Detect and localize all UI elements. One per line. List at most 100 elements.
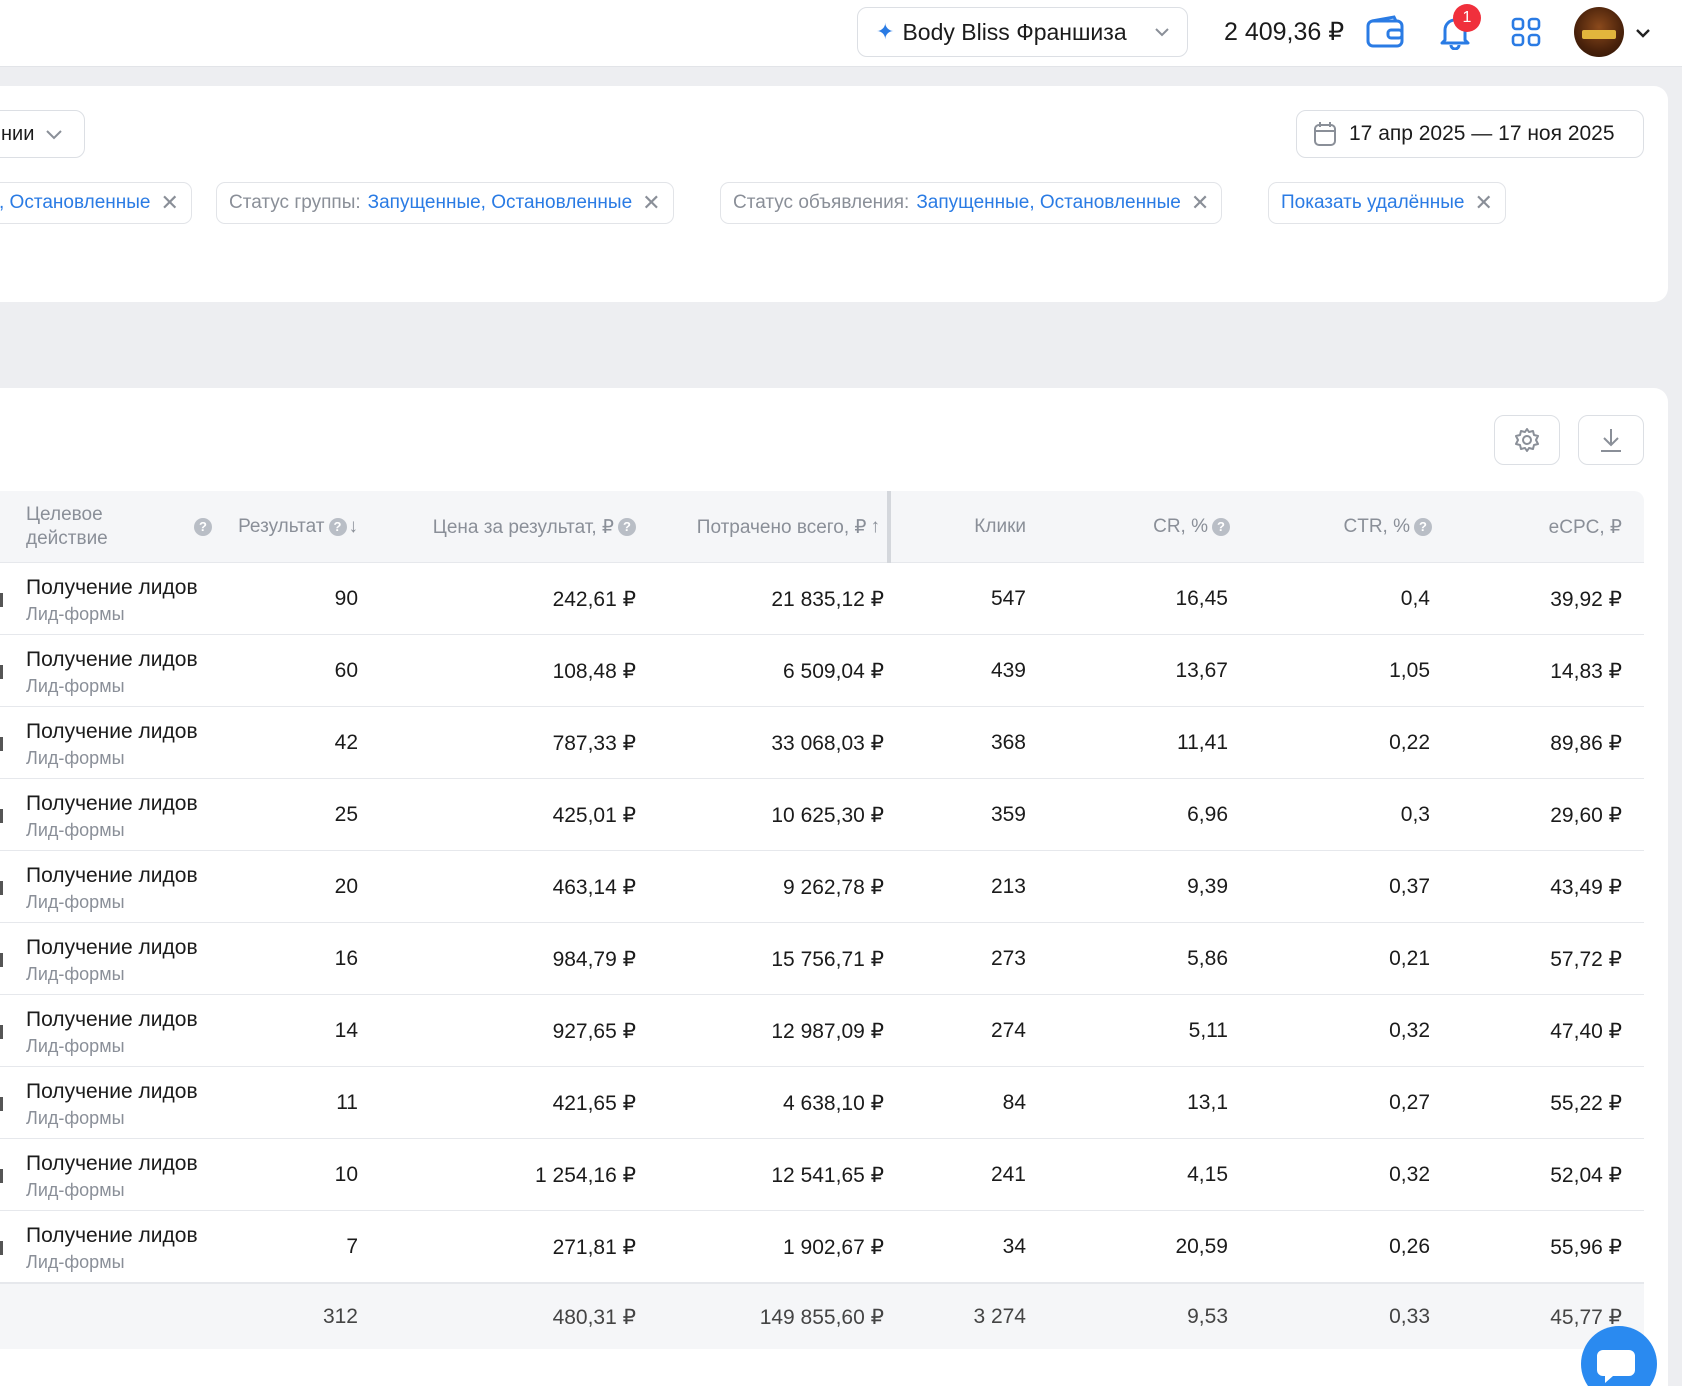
target-action-sub: Лид-формы [26,892,125,912]
table-row[interactable]: Получение лидов Лид-формы 25 425,01 ₽ 10 625… [0,779,1644,851]
view-selector[interactable]: нии [0,110,85,158]
account-selector[interactable]: ✦ Body Bliss Франшиза [857,7,1188,57]
row-marker [0,1169,3,1183]
close-icon[interactable]: ✕ [642,190,660,216]
col-header-clicks[interactable]: Клики [900,491,1026,563]
row-marker [0,593,3,607]
cell-spent: 21 835,12 ₽ [771,587,884,611]
calendar-icon [1314,122,1336,146]
filter-chip-ad-status[interactable]: Статус объявления: Запущенные, Остановле… [720,182,1223,224]
cell-result: 7 [346,1235,358,1258]
chat-support-button[interactable] [1581,1326,1657,1386]
help-icon[interactable]: ? [618,518,636,536]
table-row[interactable]: Получение лидов Лид-формы 14 927,65 ₽ 12 987… [0,995,1644,1067]
cell-spent: 10 625,30 ₽ [771,803,884,827]
close-icon[interactable]: ✕ [160,190,178,216]
table-settings-button[interactable] [1494,415,1560,465]
cell-spent: 9 262,78 ₽ [783,875,884,899]
table-row[interactable]: Получение лидов Лид-формы 11 421,65 ₽ 4 638,… [0,1067,1644,1139]
col-header-ecpc[interactable]: eCPC, ₽ [1460,491,1622,563]
cell-ecpc: 57,72 ₽ [1550,947,1622,971]
filter-chip-group-status[interactable]: Статус группы: Запущенные, Остановленные… [216,182,674,224]
close-icon[interactable]: ✕ [1191,190,1209,216]
table-row[interactable]: Получение лидов Лид-формы 90 242,61 ₽ 21 835… [0,563,1644,635]
wallet-icon[interactable] [1366,15,1404,49]
cell-ecpc: 47,40 ₽ [1550,1019,1622,1043]
target-action-label: Получение лидов [26,1152,198,1175]
cell-ecpc: 14,83 ₽ [1550,659,1622,683]
avatar[interactable] [1574,7,1624,57]
account-name: Body Bliss Франшиза [902,18,1127,45]
cell-clicks: 368 [990,731,1026,754]
table-row[interactable]: Получение лидов Лид-формы 42 787,33 ₽ 33 068… [0,707,1644,779]
row-marker [0,1241,3,1255]
cell-cr: 16,45 [1175,587,1228,610]
cell-cost-per-result: 787,33 ₽ [552,731,636,755]
col-header-spent[interactable]: Потрачено всего, ₽ ↑ [650,491,880,563]
chevron-down-icon[interactable] [1634,24,1652,42]
stats-table: Целевое действие ? Результат ? ↓ Цена за… [0,491,1644,1349]
cell-ctr: 0,3 [1400,803,1430,826]
row-marker [0,665,3,679]
cell-cr: 20,59 [1175,1235,1228,1258]
download-button[interactable] [1578,415,1644,465]
cell-cost-per-result: 271,81 ₽ [552,1235,636,1259]
table-row[interactable]: Получение лидов Лид-формы 7 271,81 ₽ 1 902,6… [0,1211,1644,1283]
target-action-sub: Лид-формы [26,604,125,624]
table-row[interactable]: Получение лидов Лид-формы 16 984,79 ₽ 15 756… [0,923,1644,995]
filter-chip-campaign-status[interactable]: , Остановленные ✕ [0,182,192,224]
total-spent: 149 855,60 ₽ [759,1305,884,1329]
filter-chip-show-deleted[interactable]: Показать удалённые ✕ [1268,182,1506,224]
cell-result: 90 [334,587,358,610]
target-action-label: Получение лидов [26,1080,198,1103]
cell-target-action: Получение лидов Лид-формы [26,563,198,635]
help-icon[interactable]: ? [328,518,347,536]
target-action-sub: Лид-формы [26,1108,125,1128]
sort-asc-icon: ↑ [870,516,881,537]
help-icon[interactable]: ? [1212,518,1230,536]
help-icon[interactable]: ? [1414,518,1432,536]
cell-ctr: 0,21 [1389,947,1430,970]
account-balance: 2 409,36 ₽ [1224,18,1345,46]
table-row[interactable]: Получение лидов Лид-формы 60 108,48 ₽ 6 509,… [0,635,1644,707]
cell-result: 16 [334,947,358,970]
cell-result: 60 [334,659,358,682]
cell-ecpc: 29,60 ₽ [1550,803,1622,827]
cell-clicks: 213 [990,875,1026,898]
col-header-action-label: Целевое действие [26,504,108,549]
cell-cost-per-result: 425,01 ₽ [552,803,636,827]
chat-icon [1597,1350,1635,1383]
sort-desc-icon: ↓ [348,516,359,537]
cell-result: 20 [334,875,358,898]
col-header-cr[interactable]: CR, % ? [1060,491,1230,563]
cell-ecpc: 55,96 ₽ [1550,1235,1622,1259]
gear-icon [1515,428,1539,452]
cell-clicks: 273 [990,947,1026,970]
cell-result: 14 [334,1019,358,1042]
sparkle-icon: ✦ [876,19,895,44]
col-header-result[interactable]: Результат ? ↓ [200,491,358,563]
row-marker [0,953,3,967]
cell-target-action: Получение лидов Лид-формы [26,851,198,923]
apps-grid-icon[interactable] [1511,17,1541,47]
cell-result: 25 [334,803,358,826]
column-resize-handle[interactable] [887,491,891,563]
download-icon [1601,429,1621,452]
col-header-ctr[interactable]: CTR, % ? [1260,491,1432,563]
top-header: ✦ Body Bliss Франшиза 2 409,36 ₽ 1 [0,0,1682,67]
cell-target-action: Получение лидов Лид-формы [26,1139,198,1211]
date-range-picker[interactable]: 17 апр 2025 — 17 ноя 2025 [1296,110,1644,158]
col-header-action[interactable]: Целевое действие [26,491,206,563]
table-row[interactable]: Получение лидов Лид-формы 10 1 254,16 ₽ 12 5… [0,1139,1644,1211]
cell-ctr: 0,32 [1389,1019,1430,1042]
cell-cr: 6,96 [1187,803,1228,826]
target-action-label: Получение лидов [26,720,198,743]
col-header-cost-per-result[interactable]: Цена за результат, ₽ ? [380,491,636,563]
cell-ctr: 1,05 [1389,659,1430,682]
date-range-value: 17 апр 2025 — 17 ноя 2025 [1349,122,1615,145]
row-marker [0,809,3,823]
target-action-sub: Лид-формы [26,964,125,984]
close-icon[interactable]: ✕ [1474,190,1492,216]
table-row[interactable]: Получение лидов Лид-формы 20 463,14 ₽ 9 262,… [0,851,1644,923]
cell-ecpc: 43,49 ₽ [1550,875,1622,899]
